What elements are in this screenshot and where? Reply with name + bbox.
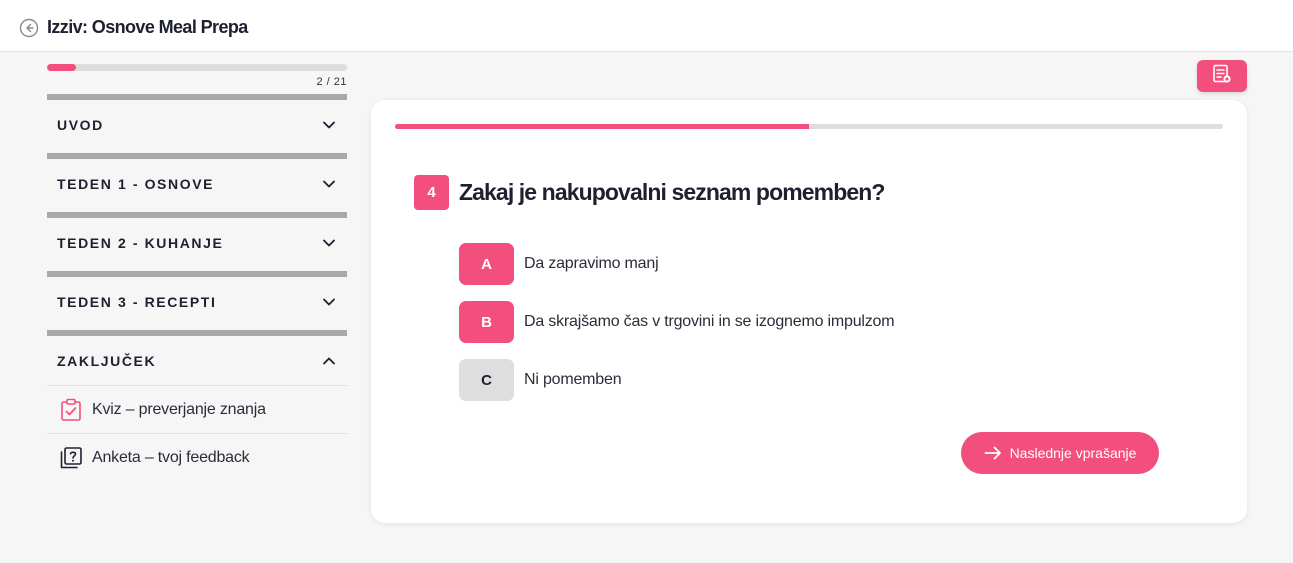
section-uvod: UVOD xyxy=(47,94,347,149)
arrow-right-icon xyxy=(984,446,1002,460)
chevron-up-icon xyxy=(322,354,336,368)
notes-button[interactable] xyxy=(1197,60,1247,92)
section-header-teden-3[interactable]: TEDEN 3 - RECEPTI xyxy=(47,277,347,326)
back-arrow-icon[interactable] xyxy=(19,18,39,38)
section-label: TEDEN 3 - RECEPTI xyxy=(57,293,217,310)
section-zakljucek: ZAKLJUČEK Kviz – preverjanje znanja Anke… xyxy=(47,330,347,481)
sidebar-item-anketa[interactable]: Anketa – tvoj feedback xyxy=(47,433,347,481)
section-header-uvod[interactable]: UVOD xyxy=(47,100,347,149)
quiz-progress-fill xyxy=(395,124,809,129)
section-header-zakljucek[interactable]: ZAKLJUČEK xyxy=(47,336,347,385)
answer-option-c[interactable]: C Ni pomemben xyxy=(459,359,622,401)
answer-text: Da zapravimo manj xyxy=(524,255,659,272)
answer-text: Ni pomemben xyxy=(524,371,622,388)
section-label: ZAKLJUČEK xyxy=(57,352,157,369)
question-text: Zakaj je nakupovalni seznam pomemben? xyxy=(459,179,885,205)
sidebar-item-label: Kviz – preverjanje znanja xyxy=(92,400,266,418)
chevron-down-icon xyxy=(322,236,336,250)
quiz-card: 4 Zakaj je nakupovalni seznam pomemben? … xyxy=(371,100,1247,523)
clipboard-check-icon xyxy=(59,398,83,422)
next-question-button[interactable]: Naslednje vprašanje xyxy=(961,432,1159,474)
answer-letter: B xyxy=(459,301,514,343)
section-teden-1: TEDEN 1 - OSNOVE xyxy=(47,153,347,208)
section-teden-2: TEDEN 2 - KUHANJE xyxy=(47,212,347,267)
section-label: TEDEN 1 - OSNOVE xyxy=(57,175,215,192)
course-progress-count: 2 / 21 xyxy=(316,76,347,88)
question-number-badge: 4 xyxy=(414,175,449,210)
answer-letter: A xyxy=(459,243,514,285)
course-progress-bar xyxy=(47,64,347,71)
section-header-teden-2[interactable]: TEDEN 2 - KUHANJE xyxy=(47,218,347,267)
chevron-down-icon xyxy=(322,118,336,132)
course-progress-fill xyxy=(47,64,76,71)
notes-icon xyxy=(1212,64,1232,89)
answer-letter: C xyxy=(459,359,514,401)
answer-option-b[interactable]: B Da skrajšamo čas v trgovini in se izog… xyxy=(459,301,895,343)
answer-text: Da skrajšamo čas v trgovini in se izogne… xyxy=(524,313,895,330)
question-square-icon xyxy=(59,446,83,470)
next-question-label: Naslednje vprašanje xyxy=(1009,445,1137,461)
chevron-down-icon xyxy=(322,295,336,309)
section-label: TEDEN 2 - KUHANJE xyxy=(57,234,224,251)
answer-option-a[interactable]: A Da zapravimo manj xyxy=(459,243,659,285)
section-label: UVOD xyxy=(57,116,104,133)
chevron-down-icon xyxy=(322,177,336,191)
top-bar: Izziv: Osnove Meal Prepa xyxy=(0,0,1293,52)
page-title: Izziv: Osnove Meal Prepa xyxy=(47,17,248,37)
section-teden-3: TEDEN 3 - RECEPTI xyxy=(47,271,347,326)
section-header-teden-1[interactable]: TEDEN 1 - OSNOVE xyxy=(47,159,347,208)
course-sidebar: 2 / 21 UVOD TEDEN 1 - OSNOVE TEDEN 2 - K… xyxy=(47,64,347,481)
sidebar-item-label: Anketa – tvoj feedback xyxy=(92,448,250,466)
quiz-progress-bar xyxy=(395,124,1223,129)
sidebar-item-kviz[interactable]: Kviz – preverjanje znanja xyxy=(47,385,347,433)
